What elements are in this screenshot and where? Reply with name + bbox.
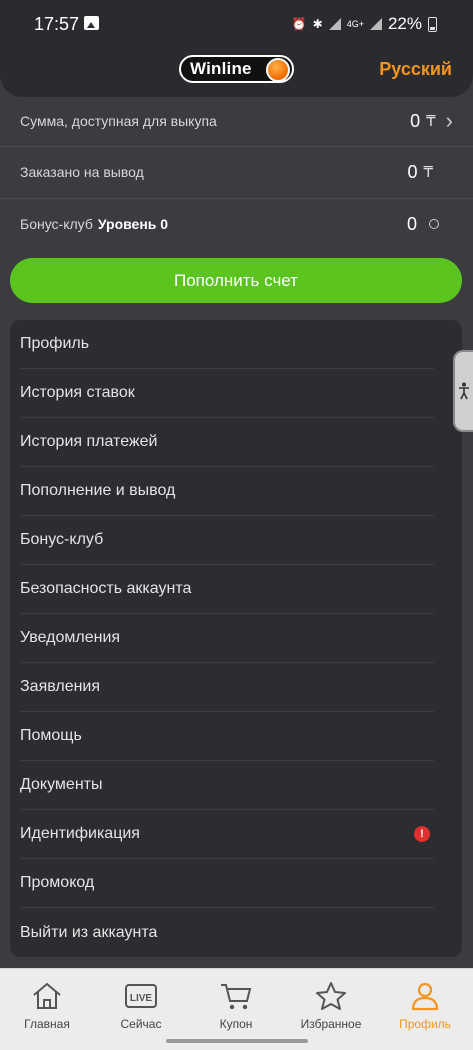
bonus-coin-icon bbox=[429, 219, 439, 229]
star-icon bbox=[316, 982, 346, 1010]
nav-tab-profile[interactable]: Профиль bbox=[378, 969, 472, 1033]
signal-icon-2 bbox=[369, 18, 382, 30]
bonus-value: 0 bbox=[406, 213, 417, 234]
battery-percent: 22% bbox=[387, 14, 422, 33]
nav-tab-favorites[interactable]: Избранное bbox=[284, 969, 378, 1033]
balance-value-wrap: 0 ₸ › bbox=[410, 110, 453, 132]
menu-item-label: Промокод bbox=[20, 874, 95, 891]
status-time: 17:57 bbox=[34, 14, 80, 34]
logo-ball-icon bbox=[266, 58, 290, 82]
menu-item-label: Идентификация bbox=[20, 825, 140, 842]
menu-item-promocode[interactable]: Промокод bbox=[20, 859, 434, 908]
gallery-notification-icon bbox=[84, 16, 99, 30]
balance-row-ordered: Заказано на вывод 0 ₸ bbox=[0, 147, 473, 197]
balance-value: 0 bbox=[410, 110, 421, 131]
menu-item-notifications[interactable]: Уведомления bbox=[20, 614, 434, 663]
nav-tab-label: Сейчас bbox=[120, 1017, 162, 1031]
person-icon bbox=[411, 982, 439, 1011]
cart-icon bbox=[221, 984, 252, 1010]
balance-label: Заказано на вывод bbox=[20, 164, 144, 180]
status-icons: ⏰ ✱ 4G+ 22% bbox=[292, 14, 437, 34]
menu-item-identification[interactable]: Идентификация ! bbox=[20, 810, 434, 859]
live-badge-text: LIVE bbox=[130, 993, 153, 1004]
bottom-navigation: Главная LIVE Сейчас Купон Избранное Проф… bbox=[0, 968, 473, 1050]
balance-label: Сумма, доступная для выкупа bbox=[20, 113, 217, 129]
bonus-level: Уровень 0 bbox=[97, 216, 169, 232]
nav-tab-live[interactable]: LIVE Сейчас bbox=[94, 969, 188, 1033]
status-bar: 17:57 ⏰ ✱ 4G+ 22% bbox=[0, 0, 473, 46]
deposit-button[interactable]: Пополнить счет bbox=[10, 258, 462, 303]
nav-tab-label: Купон bbox=[219, 1017, 253, 1031]
nav-tab-label: Главная bbox=[24, 1017, 70, 1031]
menu-item-profile[interactable]: Профиль bbox=[20, 320, 434, 369]
menu-item-payment-history[interactable]: История платежей bbox=[20, 418, 434, 467]
accessibility-icon[interactable] bbox=[453, 350, 473, 432]
menu-item-label: История платежей bbox=[20, 433, 158, 450]
winline-logo[interactable]: Winline bbox=[179, 55, 294, 83]
bonus-value-wrap: 0 bbox=[407, 214, 439, 235]
menu-item-label: Профиль bbox=[20, 335, 90, 352]
menu-item-bonus-club[interactable]: Бонус-клуб bbox=[20, 516, 434, 565]
alert-icon: ! bbox=[414, 826, 430, 842]
home-icon bbox=[33, 982, 61, 1009]
currency-symbol: ₸ bbox=[423, 164, 433, 181]
bluetooth-icon: ✱ bbox=[312, 17, 323, 31]
menu-item-label: Заявления bbox=[20, 678, 101, 695]
bonus-label: Бонус-клуб bbox=[20, 216, 93, 232]
menu-item-applications[interactable]: Заявления bbox=[20, 663, 434, 712]
menu-item-deposit-withdraw[interactable]: Пополнение и вывод bbox=[20, 467, 434, 516]
home-indicator[interactable] bbox=[166, 1039, 308, 1043]
bonus-club-row[interactable]: Бонус-клуб Уровень 0 0 bbox=[0, 199, 473, 249]
signal-icon bbox=[328, 18, 341, 30]
alarm-icon: ⏰ bbox=[291, 17, 307, 31]
balance-value: 0 bbox=[407, 161, 418, 182]
menu-item-help[interactable]: Помощь bbox=[20, 712, 434, 761]
battery-icon bbox=[428, 16, 437, 32]
menu-item-label: Бонус-клуб bbox=[20, 531, 104, 548]
nav-tab-label: Профиль bbox=[399, 1017, 451, 1031]
language-selector[interactable]: Русский bbox=[379, 59, 452, 80]
balance-value-wrap: 0 ₸ bbox=[407, 162, 433, 183]
balance-row-withdrawable[interactable]: Сумма, доступная для выкупа 0 ₸ › bbox=[0, 96, 473, 146]
chevron-right-icon: › bbox=[445, 108, 453, 133]
menu-item-label: Выйти из аккаунта bbox=[20, 923, 158, 941]
accessibility-figure-icon bbox=[459, 382, 469, 400]
currency-symbol: ₸ bbox=[426, 113, 436, 130]
brand-name: Winline bbox=[190, 59, 252, 78]
top-bar: 17:57 ⏰ ✱ 4G+ 22% Winline Русский bbox=[0, 0, 473, 97]
menu-item-label: Уведомления bbox=[20, 629, 121, 646]
nav-tab-home[interactable]: Главная bbox=[0, 969, 94, 1033]
menu-item-logout[interactable]: Выйти из аккаунта bbox=[20, 908, 434, 957]
nav-tab-label: Избранное bbox=[300, 1017, 362, 1031]
menu-item-label: Помощь bbox=[20, 727, 82, 744]
menu-item-documents[interactable]: Документы bbox=[20, 761, 434, 810]
network-type: 4G+ bbox=[346, 19, 364, 29]
menu-item-account-security[interactable]: Безопасность аккаунта bbox=[20, 565, 434, 614]
menu-item-label: История ставок bbox=[20, 384, 135, 401]
nav-tab-coupon[interactable]: Купон bbox=[189, 969, 283, 1033]
live-icon: LIVE bbox=[125, 984, 157, 1008]
menu-item-label: Безопасность аккаунта bbox=[20, 580, 192, 597]
menu-item-label: Пополнение и вывод bbox=[20, 482, 176, 499]
menu-item-bet-history[interactable]: История ставок bbox=[20, 369, 434, 418]
profile-menu: Профиль История ставок История платежей … bbox=[10, 320, 462, 957]
menu-item-label: Документы bbox=[20, 776, 103, 793]
